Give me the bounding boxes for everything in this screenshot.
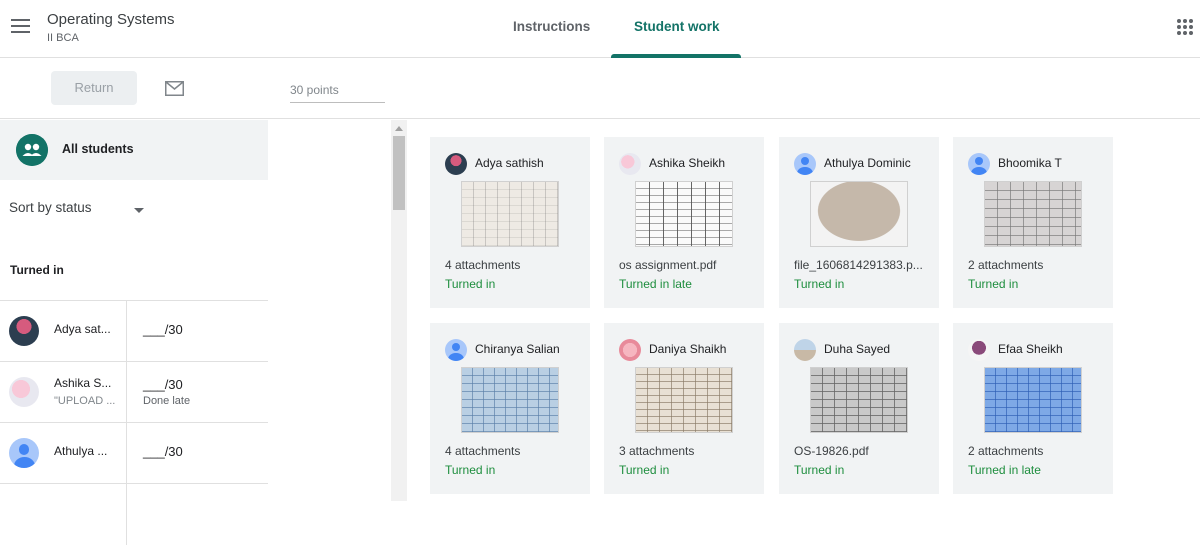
avatar — [794, 339, 816, 361]
main-menu-icon[interactable] — [11, 19, 30, 35]
card-student-name: Bhoomika T — [998, 156, 1062, 170]
grading-toolbar: Return 30 points — [0, 59, 1200, 119]
submission-card[interactable]: Duha Sayed OS-19826.pdf Turned in — [779, 323, 939, 494]
grade-status: Done late — [143, 395, 191, 407]
sidebar-scrollbar[interactable] — [391, 120, 407, 501]
card-student-name: Athulya Dominic — [824, 156, 911, 170]
apps-grid-icon[interactable] — [1177, 19, 1193, 35]
card-student-name: Ashika Sheikh — [649, 156, 726, 170]
attachment-label: OS-19826.pdf — [794, 444, 869, 458]
submission-card[interactable]: Athulya Dominic file_1606814291383.p... … — [779, 137, 939, 308]
avatar — [445, 153, 467, 175]
submission-status: Turned in — [794, 277, 845, 291]
attachment-label: 2 attachments — [968, 258, 1044, 272]
turned-in-heading: Turned in — [10, 263, 64, 277]
student-list-panel: All students Sort by status Turned in Ad… — [0, 120, 268, 545]
grade-input[interactable]: ___/30 — [143, 444, 183, 459]
student-row[interactable] — [0, 483, 268, 545]
attachment-label: os assignment.pdf — [619, 258, 717, 272]
student-row[interactable]: Ashika S... "UPLOAD ... ___/30 Done late — [0, 361, 268, 423]
attachment-thumbnail[interactable] — [984, 181, 1082, 247]
student-name: Ashika S... — [54, 376, 112, 390]
return-button[interactable]: Return — [51, 71, 137, 105]
people-icon — [16, 134, 48, 166]
card-student-name: Daniya Shaikh — [649, 342, 727, 356]
scroll-up-arrow-icon[interactable] — [395, 126, 403, 131]
row-divider — [126, 423, 127, 484]
row-divider — [126, 301, 127, 362]
private-comment: "UPLOAD ... — [54, 395, 116, 407]
all-students-item[interactable]: All students — [0, 120, 268, 180]
submission-card[interactable]: Ashika Sheikh os assignment.pdf Turned i… — [604, 137, 764, 308]
sort-dropdown[interactable]: Sort by status — [9, 200, 92, 215]
attachment-label: 3 attachments — [619, 444, 695, 458]
attachment-label: 4 attachments — [445, 444, 521, 458]
submission-status: Turned in — [619, 463, 670, 477]
avatar — [794, 153, 816, 175]
submission-status: Turned in — [445, 463, 496, 477]
avatar — [445, 339, 467, 361]
grade-input[interactable]: ___/30 — [143, 377, 183, 392]
submission-status: Turned in — [968, 277, 1019, 291]
row-divider — [126, 484, 127, 545]
card-student-name: Efaa Sheikh — [998, 342, 1063, 356]
submission-card[interactable]: Bhoomika T 2 attachments Turned in — [953, 137, 1113, 308]
row-divider — [126, 362, 127, 423]
scroll-thumb[interactable] — [393, 136, 405, 210]
chevron-down-icon[interactable] — [134, 208, 144, 213]
avatar — [619, 339, 641, 361]
avatar — [9, 377, 39, 407]
card-student-name: Chiranya Salian — [475, 342, 560, 356]
avatar — [968, 339, 990, 361]
attachment-thumbnail[interactable] — [984, 367, 1082, 433]
tab-instructions[interactable]: Instructions — [513, 19, 590, 34]
avatar — [9, 316, 39, 346]
attachment-label: 4 attachments — [445, 258, 521, 272]
attachment-thumbnail[interactable] — [810, 367, 908, 433]
student-name: Athulya ... — [54, 444, 108, 458]
attachment-label: file_1606814291383.p... — [794, 258, 923, 272]
attachment-thumbnail[interactable] — [635, 367, 733, 433]
submission-card[interactable]: Daniya Shaikh 3 attachments Turned in — [604, 323, 764, 494]
class-title[interactable]: Operating Systems — [47, 11, 175, 28]
avatar — [968, 153, 990, 175]
attachment-thumbnail[interactable] — [810, 181, 908, 247]
submission-card[interactable]: Adya sathish 4 attachments Turned in — [430, 137, 590, 308]
class-section: II BCA — [47, 32, 79, 44]
email-icon[interactable] — [165, 81, 184, 96]
attachment-thumbnail[interactable] — [635, 181, 733, 247]
grade-input[interactable]: ___/30 — [143, 322, 183, 337]
attachment-thumbnail[interactable] — [461, 367, 559, 433]
student-row[interactable]: Athulya ... ___/30 — [0, 422, 268, 484]
avatar — [9, 438, 39, 468]
submission-status: Turned in — [445, 277, 496, 291]
tab-student-work[interactable]: Student work — [634, 19, 720, 34]
avatar — [619, 153, 641, 175]
submission-card[interactable]: Chiranya Salian 4 attachments Turned in — [430, 323, 590, 494]
attachment-label: 2 attachments — [968, 444, 1044, 458]
submission-card[interactable]: Efaa Sheikh 2 attachments Turned in late — [953, 323, 1113, 494]
student-row[interactable]: Adya sat... ___/30 — [0, 300, 268, 362]
card-student-name: Duha Sayed — [824, 342, 891, 356]
submission-status: Turned in late — [619, 277, 692, 291]
active-tab-indicator — [611, 54, 741, 58]
student-name: Adya sat... — [54, 322, 111, 336]
submission-status: Turned in — [794, 463, 845, 477]
all-students-label: All students — [62, 142, 134, 156]
points-dropdown[interactable]: 30 points — [290, 83, 385, 103]
top-app-bar: Operating Systems II BCA Instructions St… — [0, 0, 1200, 58]
card-student-name: Adya sathish — [475, 156, 544, 170]
submission-status: Turned in late — [968, 463, 1041, 477]
attachment-thumbnail[interactable] — [461, 181, 559, 247]
